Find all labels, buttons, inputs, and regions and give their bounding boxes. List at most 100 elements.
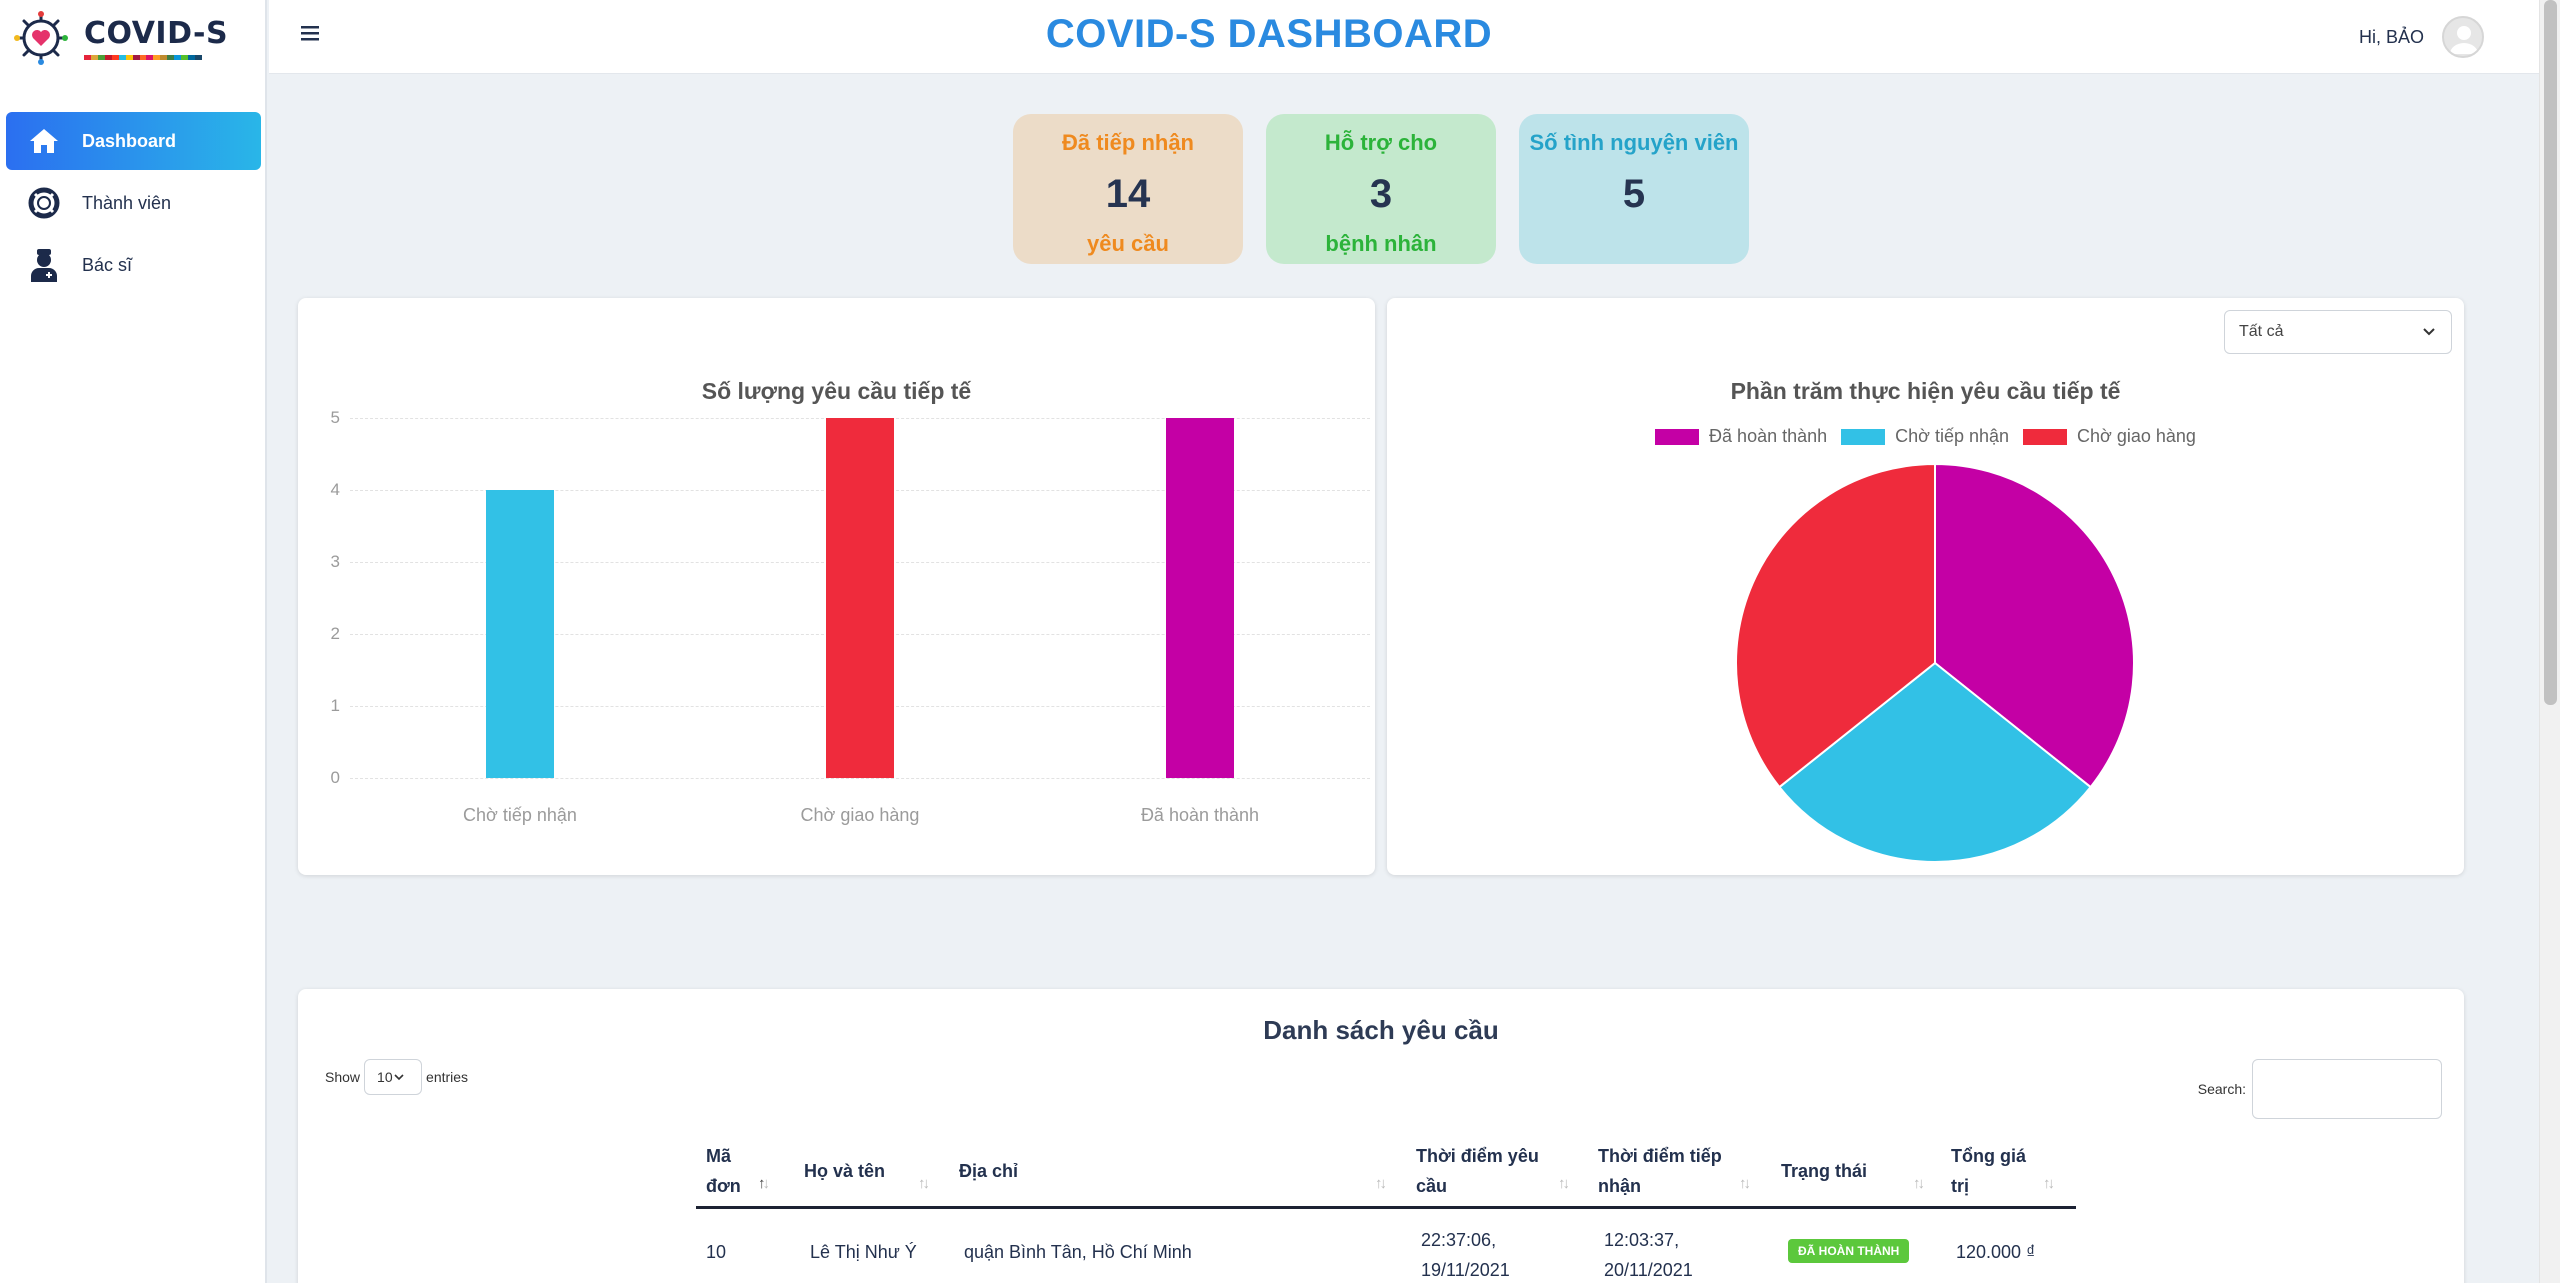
top-header: COVID-S DASHBOARD Hi, BẢO xyxy=(269,0,2539,74)
status-filter-select[interactable]: Tất cả xyxy=(2224,310,2452,354)
pie-chart-panel: Tất cả Phần trăm thực hiện yêu cầu tiếp … xyxy=(1387,298,2464,875)
chevron-down-icon xyxy=(394,1074,404,1081)
cell-received-at: 12:03:37, 20/11/2021 xyxy=(1604,1225,1693,1283)
sort-icon[interactable]: ↑↓ xyxy=(918,1175,930,1192)
entries-select[interactable]: 10 xyxy=(364,1059,423,1095)
column-header-id[interactable]: Mã đơn xyxy=(706,1141,741,1201)
legend-label: Chờ tiếp nhận xyxy=(1895,426,2010,446)
sidebar-nav: Dashboard Thành viên Bác sĩ xyxy=(6,112,261,298)
pie-slice[interactable] xyxy=(1778,661,2092,863)
column-header-line2: cầu xyxy=(1416,1176,1448,1196)
y-tick-label: 1 xyxy=(330,696,340,715)
bar[interactable] xyxy=(486,490,554,778)
sort-icon[interactable]: ↑↓ xyxy=(1375,1175,1387,1192)
column-header-line1: Địa chỉ xyxy=(959,1161,1019,1181)
page-scrollbar[interactable] xyxy=(2539,0,2560,1283)
logo[interactable]: COVID-S xyxy=(12,10,228,66)
gridline xyxy=(350,778,1370,779)
column-header-requested-at[interactable]: Thời điểm yêu cầu xyxy=(1416,1141,1539,1201)
column-header-received-at[interactable]: Thời điểm tiếp nhận xyxy=(1598,1141,1722,1201)
legend-item[interactable]: Chờ tiếp nhận xyxy=(1841,426,2009,447)
bar-chart-panel: Số lượng yêu cầu tiếp tế 0 1 2 3 4 5 Chờ tiếp … xyxy=(298,298,1375,875)
bar-chart-title: Số lượng yêu cầu tiếp tế xyxy=(701,378,972,404)
pie-chart-legend: Đã hoàn thành Chờ tiếp nhận Chờ giao hàng xyxy=(1387,426,2464,447)
bar[interactable] xyxy=(1166,418,1234,778)
cell-address: quận Bình Tân, Hồ Chí Minh xyxy=(964,1242,1192,1262)
column-header-line1: Thời điểm yêu xyxy=(1416,1146,1539,1166)
sidebar-item-label: Dashboard xyxy=(82,130,177,151)
cell-requested-at: 22:37:06, 19/11/2021 xyxy=(1421,1225,1510,1283)
column-header-line1: Thời điểm tiếp xyxy=(1598,1146,1722,1166)
pie-slice[interactable] xyxy=(1934,462,2135,789)
stat-value: 5 xyxy=(1622,172,1646,216)
sidebar-item-label: Bác sĩ xyxy=(82,254,133,275)
y-tick-label: 5 xyxy=(330,408,340,427)
y-tick-label: 2 xyxy=(330,624,340,643)
chevron-down-icon xyxy=(2423,328,2435,336)
sidebar-item-doctors[interactable]: Bác sĩ xyxy=(6,236,261,294)
column-header-line1: Mã xyxy=(706,1146,732,1166)
legend-swatch xyxy=(2023,428,2068,445)
avatar[interactable] xyxy=(2442,16,2484,58)
x-tick-label: Chờ giao hàng xyxy=(800,805,920,825)
stat-value: 3 xyxy=(1369,172,1393,216)
sort-icon[interactable]: ↑↓ xyxy=(758,1175,770,1192)
stat-card-received: Đã tiếp nhận 14 yêu cầu xyxy=(1013,114,1243,264)
column-header-address[interactable]: Địa chỉ xyxy=(959,1156,1018,1186)
column-header-line2: nhận xyxy=(1598,1176,1641,1196)
entries-label: entries xyxy=(426,1069,469,1085)
cell-date: 20/11/2021 xyxy=(1604,1260,1693,1280)
legend-swatch xyxy=(1655,428,1700,445)
stat-bottom-label: yêu cầu xyxy=(1087,231,1169,256)
bar[interactable] xyxy=(826,418,894,778)
x-tick-label: Đã hoàn thành xyxy=(1140,805,1260,825)
cell-date: 19/11/2021 xyxy=(1421,1260,1510,1280)
lifebuoy-icon xyxy=(26,185,62,221)
pie-slice[interactable] xyxy=(1735,462,1936,789)
user-avatar-icon xyxy=(2450,26,2478,54)
column-header-status[interactable]: Trạng thái xyxy=(1781,1156,1867,1186)
status-badge: ĐÃ HOÀN THÀNH xyxy=(1788,1239,1910,1263)
column-header-name[interactable]: Họ và tên xyxy=(804,1156,885,1186)
legend-item[interactable]: Đã hoàn thành xyxy=(1655,426,1827,447)
user-greeting: Hi, BẢO xyxy=(2358,26,2424,47)
column-header-line1: Trạng thái xyxy=(1781,1161,1868,1181)
legend-label: Chờ giao hàng xyxy=(2077,426,2196,446)
stat-top-label: Số tình nguyện viên xyxy=(1529,130,1739,155)
sort-icon[interactable]: ↑↓ xyxy=(1739,1175,1751,1192)
status-filter-value: Tất cả xyxy=(2239,323,2284,340)
request-table-panel: Danh sách yêu cầu Show 10 entries Search… xyxy=(298,989,2464,1283)
sort-icon[interactable]: ↑↓ xyxy=(1558,1175,1570,1192)
sort-icon[interactable]: ↑↓ xyxy=(1913,1175,1925,1192)
cell-name: Lê Thị Như Ý xyxy=(810,1242,917,1262)
home-icon xyxy=(26,123,62,159)
legend-label: Đã hoàn thành xyxy=(1709,426,1828,446)
table-row[interactable]: 10 Lê Thị Như Ý quận Bình Tân, Hồ Chí Mi… xyxy=(696,1209,2076,1283)
cell-time: 22:37:06, xyxy=(1421,1230,1497,1250)
sidebar-item-members[interactable]: Thành viên xyxy=(6,174,261,232)
cell-id: 10 xyxy=(706,1242,727,1262)
legend-item[interactable]: Chờ giao hàng xyxy=(2023,426,2196,447)
sidebar-item-dashboard[interactable]: Dashboard xyxy=(6,112,261,170)
user-menu[interactable]: Hi, BẢO xyxy=(2359,16,2484,58)
search-label: Search: xyxy=(2197,1081,2246,1097)
stat-card-patients: Hỗ trợ cho 3 bệnh nhân xyxy=(1266,114,1496,264)
table-header: Mã đơn ↑↓ Họ và tên ↑↓ Địa chỉ ↑↓ Thời đi… xyxy=(696,1129,2076,1209)
search-input[interactable] xyxy=(2252,1059,2442,1119)
entries-control: Show 10 entries xyxy=(325,1059,468,1095)
table-title: Danh sách yêu cầu xyxy=(1263,1015,1499,1045)
column-header-total[interactable]: Tổng giá trị xyxy=(1951,1141,2026,1201)
entries-value: 10 xyxy=(377,1069,393,1085)
stat-top-label: Đã tiếp nhận xyxy=(1061,130,1194,155)
scrollbar-thumb[interactable] xyxy=(2544,0,2557,705)
legend-swatch xyxy=(1841,428,1886,445)
column-header-line1: Tổng giá xyxy=(1951,1146,2026,1166)
show-label: Show xyxy=(325,1069,361,1085)
stat-card-volunteers: Số tình nguyện viên 5 xyxy=(1519,114,1749,264)
sidebar: COVID-S Dashboard Thành viên Bác sĩ xyxy=(0,0,267,1283)
page-title: COVID-S DASHBOARD xyxy=(1045,12,1493,56)
sort-icon[interactable]: ↑↓ xyxy=(2043,1175,2055,1192)
cell-time: 12:03:37, xyxy=(1604,1230,1680,1250)
stat-value: 14 xyxy=(1105,172,1151,216)
x-tick-label: Chờ tiếp nhận xyxy=(463,805,577,825)
